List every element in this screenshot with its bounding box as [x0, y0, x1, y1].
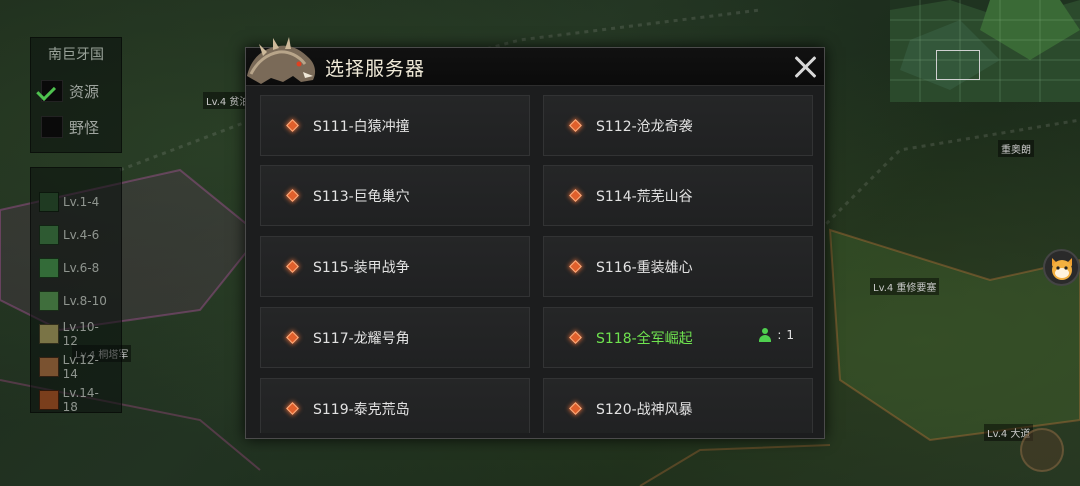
level-label: Lv.14-18	[62, 385, 99, 414]
beast-emblem-icon	[247, 37, 316, 84]
toggle-label: 野怪	[69, 118, 100, 137]
server-status-dot	[569, 119, 582, 132]
server-item[interactable]: S119-泰克荒岛	[260, 378, 530, 433]
resources-checkbox[interactable]	[41, 80, 63, 102]
minimap[interactable]	[890, 0, 1080, 102]
server-list[interactable]: S111-白猿冲撞 S112-沧龙奇袭 S113-巨龟巢穴 S114-荒芜山谷 …	[260, 95, 813, 433]
toggle-label: 资源	[69, 82, 100, 101]
server-item[interactable]: S112-沧龙奇袭	[543, 95, 813, 156]
server-status-dot	[569, 189, 582, 202]
region-name: 南巨牙国	[48, 47, 104, 63]
level-legend-item: Lv.4-6	[39, 218, 113, 251]
map-label: 重奥朗	[998, 140, 1034, 157]
level-label: Lv.6-8	[63, 260, 100, 275]
server-name: S111-白猿冲撞	[313, 118, 410, 135]
level-swatch	[39, 323, 59, 344]
server-status-dot	[286, 260, 299, 273]
user-icon	[758, 328, 772, 342]
dialog-header: 选择服务器	[246, 37, 824, 86]
level-swatch	[39, 224, 59, 245]
server-status-dot	[286, 402, 299, 415]
server-item[interactable]: S111-白猿冲撞	[260, 95, 530, 156]
level-legend-item: Lv.6-8	[39, 251, 113, 284]
player-count-value: 1	[786, 328, 794, 342]
server-status-dot	[569, 260, 582, 273]
close-x-icon[interactable]	[791, 53, 819, 81]
server-status-dot	[569, 331, 582, 344]
server-item[interactable]: S120-战神风暴	[543, 378, 813, 433]
server-name: S117-龙耀号角	[313, 330, 410, 347]
server-item[interactable]: S113-巨龟巢穴	[260, 165, 530, 226]
level-label: Lv.10-12	[62, 319, 99, 348]
minimap-viewport[interactable]	[936, 50, 980, 80]
level-legend-item: Lv.1-4	[39, 185, 113, 218]
server-name: S120-战神风暴	[596, 401, 693, 418]
level-label: Lv.8-10	[63, 293, 107, 308]
level-swatch	[39, 191, 59, 212]
level-legend-item: Lv.10-12	[39, 317, 113, 350]
level-label: Lv.4-6	[63, 227, 100, 242]
level-legend-item: Lv.14-18	[39, 383, 113, 416]
toggle-monsters[interactable]: 野怪	[41, 112, 111, 142]
level-legend-item: Lv.8-10	[39, 284, 113, 317]
level-label: Lv.12-14	[62, 352, 99, 381]
server-name: S114-荒芜山谷	[596, 188, 693, 205]
server-item-current[interactable]: S118-全军崛起 : 1	[543, 307, 813, 368]
player-count-separator: :	[777, 328, 782, 342]
level-swatch	[39, 356, 59, 377]
server-item[interactable]: S117-龙耀号角	[260, 307, 530, 368]
level-label: Lv.1-4	[63, 194, 100, 209]
minimap-grid	[890, 0, 1080, 102]
monsters-checkbox[interactable]	[41, 116, 63, 138]
server-name: S118-全军崛起	[596, 330, 693, 347]
level-swatch	[39, 257, 59, 278]
filter-panel: 南巨牙国 资源 野怪	[30, 37, 122, 153]
server-item[interactable]: S115-装甲战争	[260, 236, 530, 297]
server-name: S113-巨龟巢穴	[313, 188, 410, 205]
toggle-resources[interactable]: 资源	[41, 76, 111, 106]
server-status-dot	[286, 331, 299, 344]
level-swatch	[39, 290, 59, 311]
server-status-dot	[286, 189, 299, 202]
dialog-title: 选择服务器	[325, 58, 426, 80]
level-legend: Lv.1-4 Lv.4-6 Lv.6-8 Lv.8-10 Lv.10-12 Lv…	[30, 167, 122, 416]
server-name: S119-泰克荒岛	[313, 401, 410, 418]
map-action-button[interactable]	[1020, 428, 1064, 472]
server-name: S112-沧龙奇袭	[596, 118, 693, 135]
cat-avatar-icon[interactable]	[1043, 249, 1080, 286]
level-legend-item: Lv.12-14	[39, 350, 113, 383]
map-label: Lv.4 重修要塞	[870, 278, 940, 295]
server-item[interactable]: S116-重装雄心	[543, 236, 813, 297]
server-status-dot	[569, 402, 582, 415]
server-name: S116-重装雄心	[596, 259, 693, 276]
player-count: : 1	[758, 328, 794, 342]
server-status-dot	[286, 119, 299, 132]
server-item[interactable]: S114-荒芜山谷	[543, 165, 813, 226]
level-swatch	[39, 389, 59, 410]
server-select-dialog: 选择服务器 S111-白猿冲撞 S112-沧龙奇袭 S113-巨龟巢穴 S114…	[245, 37, 825, 439]
server-name: S115-装甲战争	[313, 259, 410, 276]
